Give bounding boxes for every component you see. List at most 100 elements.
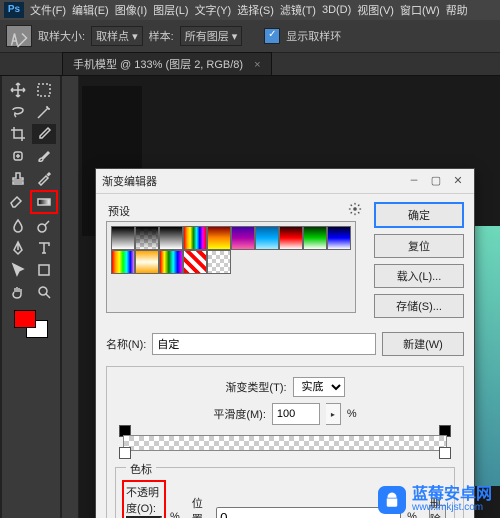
healing-tool[interactable] bbox=[6, 146, 30, 166]
preset-label: 预设 bbox=[108, 203, 130, 219]
menu-image[interactable]: 图像(I) bbox=[115, 2, 147, 18]
dialog-titlebar[interactable]: 渐变编辑器 — ▢ ✕ bbox=[96, 169, 474, 194]
path-select-tool[interactable] bbox=[6, 260, 30, 280]
location-input[interactable] bbox=[216, 507, 401, 518]
show-ring-checkbox[interactable]: ✓ bbox=[264, 28, 280, 44]
dodge-tool[interactable] bbox=[32, 216, 56, 236]
preset-swatch[interactable] bbox=[255, 226, 279, 250]
opacity-highlight: 不透明度(O): ▸ bbox=[122, 480, 166, 518]
menu-type[interactable]: 文字(Y) bbox=[195, 2, 232, 18]
gradient-editor-dialog: 渐变编辑器 — ▢ ✕ 预设 bbox=[95, 168, 475, 518]
lasso-tool[interactable] bbox=[6, 102, 30, 122]
history-brush-tool[interactable] bbox=[32, 168, 56, 188]
preset-swatch[interactable] bbox=[303, 226, 327, 250]
foreground-color[interactable] bbox=[14, 310, 36, 328]
menu-view[interactable]: 视图(V) bbox=[357, 2, 394, 18]
watermark-brand: 蓝莓安卓网 bbox=[412, 487, 492, 503]
document-tab-bar: 手机模型 @ 133% (图层 2, RGB/8) × bbox=[0, 53, 500, 76]
ps-logo: Ps bbox=[4, 2, 24, 18]
preset-swatch[interactable] bbox=[135, 226, 159, 250]
preset-grid bbox=[106, 221, 356, 313]
percent-label: % bbox=[347, 408, 357, 420]
close-button[interactable]: ✕ bbox=[448, 173, 468, 189]
sample-size-select[interactable]: 取样点 ▾ bbox=[91, 26, 143, 46]
preset-swatch[interactable] bbox=[327, 226, 351, 250]
preset-swatch[interactable] bbox=[183, 250, 207, 274]
menu-help[interactable]: 帮助 bbox=[446, 2, 468, 18]
blur-tool[interactable] bbox=[6, 216, 30, 236]
ok-button[interactable]: 确定 bbox=[374, 202, 464, 228]
color-swatches[interactable] bbox=[14, 310, 48, 338]
dialog-title: 渐变编辑器 bbox=[102, 173, 402, 189]
gradient-tool[interactable] bbox=[30, 190, 58, 214]
type-tool[interactable] bbox=[32, 238, 56, 258]
new-button[interactable]: 新建(W) bbox=[382, 332, 464, 356]
document-tab[interactable]: 手机模型 @ 133% (图层 2, RGB/8) × bbox=[62, 52, 272, 75]
smooth-input[interactable] bbox=[272, 403, 320, 425]
preset-swatch[interactable] bbox=[231, 226, 255, 250]
stops-title: 色标 bbox=[126, 461, 156, 477]
watermark-logo bbox=[378, 486, 406, 514]
preset-menu-icon[interactable] bbox=[348, 202, 362, 219]
marquee-tool[interactable] bbox=[32, 80, 56, 100]
type-label: 渐变类型(T): bbox=[225, 379, 286, 395]
move-tool[interactable] bbox=[6, 80, 30, 100]
opacity-label: 不透明度(O): bbox=[126, 487, 159, 515]
maximize-button[interactable]: ▢ bbox=[426, 173, 446, 189]
preset-swatch[interactable] bbox=[207, 226, 231, 250]
minimize-button[interactable]: — bbox=[404, 173, 424, 189]
color-stop-right[interactable] bbox=[439, 447, 451, 459]
type-select[interactable]: 实底 bbox=[293, 377, 345, 397]
show-ring-label: 显示取样环 bbox=[286, 28, 341, 44]
tools-panel bbox=[2, 76, 61, 518]
options-bar: 取样大小: 取样点 ▾ 样本: 所有图层 ▾ ✓ 显示取样环 bbox=[0, 20, 500, 53]
sample-label: 样本: bbox=[149, 28, 174, 44]
watermark: 蓝莓安卓网 www.lmkjst.com bbox=[378, 486, 492, 514]
menu-filter[interactable]: 滤镜(T) bbox=[280, 2, 316, 18]
preset-swatch[interactable] bbox=[111, 250, 135, 274]
pen-tool[interactable] bbox=[6, 238, 30, 258]
watermark-url: www.lmkjst.com bbox=[412, 503, 492, 513]
location-label: 位置(C): bbox=[192, 495, 210, 518]
crop-tool[interactable] bbox=[6, 124, 30, 144]
hand-tool[interactable] bbox=[6, 282, 30, 302]
preset-swatch[interactable] bbox=[183, 226, 207, 250]
work-area: 渐变编辑器 — ▢ ✕ 预设 bbox=[0, 76, 500, 518]
eyedropper-tool[interactable] bbox=[32, 124, 56, 144]
ruler-vertical bbox=[62, 76, 79, 518]
menu-window[interactable]: 窗口(W) bbox=[400, 2, 440, 18]
brush-tool[interactable] bbox=[32, 146, 56, 166]
sample-select[interactable]: 所有图层 ▾ bbox=[180, 26, 243, 46]
preset-swatch[interactable] bbox=[279, 226, 303, 250]
wand-tool[interactable] bbox=[32, 102, 56, 122]
preset-swatch[interactable] bbox=[159, 226, 183, 250]
stamp-tool[interactable] bbox=[6, 168, 30, 188]
save-button[interactable]: 存储(S)... bbox=[374, 294, 464, 318]
menu-3d[interactable]: 3D(D) bbox=[322, 4, 351, 16]
close-tab-icon[interactable]: × bbox=[254, 59, 260, 71]
color-stop-left[interactable] bbox=[119, 447, 131, 459]
sample-size-label: 取样大小: bbox=[38, 28, 85, 44]
tool-preset-swatch[interactable] bbox=[6, 25, 32, 47]
smooth-dropdown-icon[interactable]: ▸ bbox=[326, 403, 341, 425]
menu-bar: Ps 文件(F) 编辑(E) 图像(I) 图层(L) 文字(Y) 选择(S) 滤… bbox=[0, 0, 500, 20]
load-button[interactable]: 载入(L)... bbox=[374, 264, 464, 288]
zoom-tool[interactable] bbox=[32, 282, 56, 302]
preset-swatch[interactable] bbox=[159, 250, 183, 274]
preset-swatch[interactable] bbox=[111, 226, 135, 250]
percent-label-2: % bbox=[170, 511, 180, 518]
menu-file[interactable]: 文件(F) bbox=[30, 2, 66, 18]
gradient-bar[interactable] bbox=[115, 431, 455, 453]
eraser-tool[interactable] bbox=[4, 190, 28, 210]
menu-select[interactable]: 选择(S) bbox=[237, 2, 274, 18]
preset-swatch[interactable] bbox=[135, 250, 159, 274]
menu-layer[interactable]: 图层(L) bbox=[153, 2, 188, 18]
preset-swatch[interactable] bbox=[207, 250, 231, 274]
document-tab-title: 手机模型 @ 133% (图层 2, RGB/8) bbox=[73, 59, 243, 71]
reset-button[interactable]: 复位 bbox=[374, 234, 464, 258]
menu-edit[interactable]: 编辑(E) bbox=[72, 2, 109, 18]
name-input[interactable] bbox=[152, 333, 376, 355]
name-label: 名称(N): bbox=[106, 336, 146, 352]
smooth-label: 平滑度(M): bbox=[213, 406, 266, 422]
shape-tool[interactable] bbox=[32, 260, 56, 280]
